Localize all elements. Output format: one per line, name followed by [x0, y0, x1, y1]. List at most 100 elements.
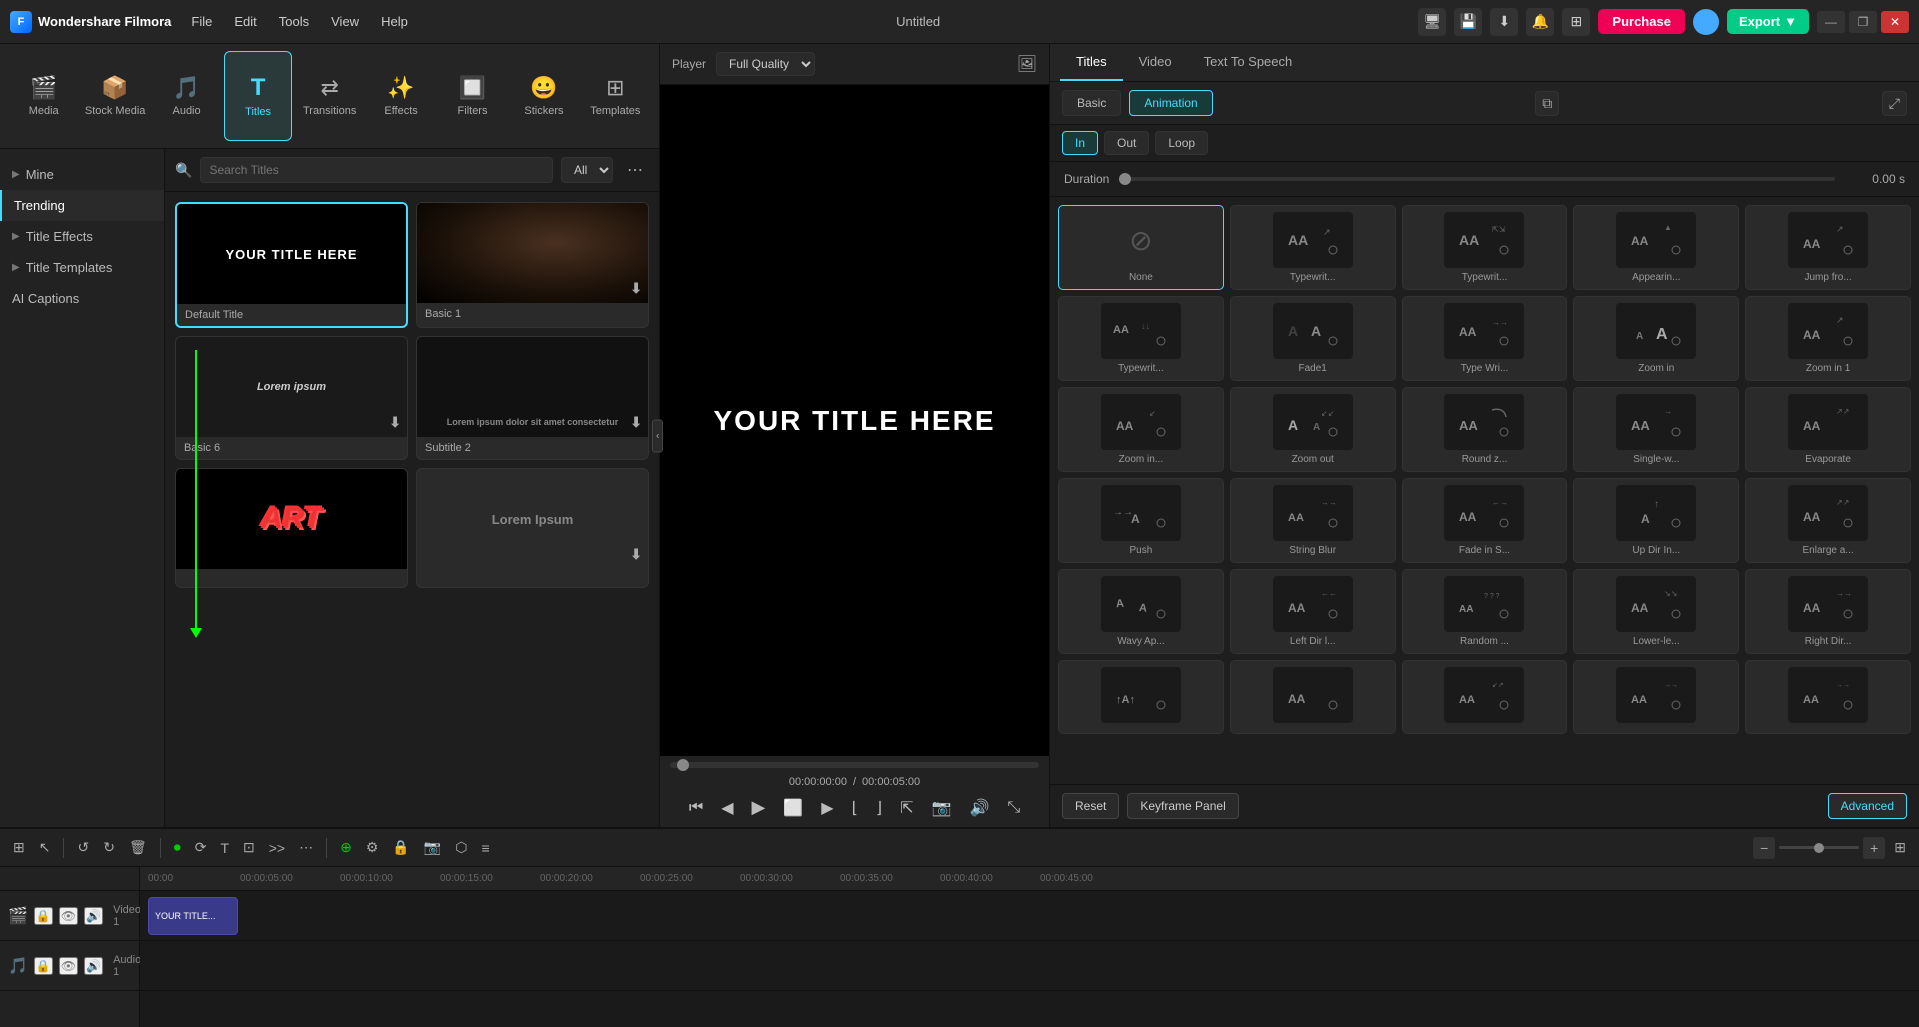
title-card-art[interactable]: ART — [175, 468, 408, 588]
tl-lock-button[interactable]: 🔒 — [387, 836, 414, 859]
tl-ai-button[interactable]: ⬡ — [450, 836, 472, 859]
inout-btn-out[interactable]: Out — [1104, 131, 1149, 155]
video-eye-icon[interactable]: 👁 — [59, 907, 78, 925]
anim-random[interactable]: AA? ? ? Random ... — [1402, 569, 1568, 654]
video-track[interactable]: YOUR TITLE... — [140, 891, 1919, 941]
panel-expand-icon[interactable]: ⤢ — [1882, 91, 1907, 116]
collapse-panel-button[interactable]: ‹ — [652, 419, 663, 452]
audio-volume-icon[interactable]: 🔊 — [84, 957, 103, 975]
tl-speed-button[interactable]: >> — [264, 837, 290, 859]
tl-snap-button[interactable]: ⊕ — [335, 836, 357, 859]
sidebar-item-title-templates[interactable]: ▶ Title Templates — [0, 252, 164, 283]
keyframe-panel-button[interactable]: Keyframe Panel — [1127, 793, 1238, 819]
anim-push[interactable]: →→A Push — [1058, 478, 1224, 563]
menu-view[interactable]: View — [321, 10, 369, 33]
anim-zoomin2[interactable]: AA↗ Zoom in 1 — [1745, 296, 1911, 381]
tl-zoom-in-button[interactable]: + — [1863, 837, 1885, 859]
anim-typewrite3[interactable]: AA↓↓ Typewrit... — [1058, 296, 1224, 381]
anim-updir[interactable]: A↑ Up Dir In... — [1573, 478, 1739, 563]
title-clip[interactable]: YOUR TITLE... — [148, 897, 238, 935]
nav-media[interactable]: 🎬 Media — [10, 51, 77, 141]
anim-lowerle[interactable]: AA↘↘ Lower-le... — [1573, 569, 1739, 654]
title-card-lorem[interactable]: Lorem Ipsum ⬇ — [416, 468, 649, 588]
download-icon[interactable]: ⬇ — [1490, 8, 1518, 36]
anim-rightdir[interactable]: AA→→ Right Dir... — [1745, 569, 1911, 654]
stop-button[interactable]: ⬜ — [778, 795, 808, 821]
tl-crop-button[interactable]: ⊡ — [238, 836, 260, 859]
nav-stickers[interactable]: 😀 Stickers — [510, 51, 577, 141]
sidebar-item-ai-captions[interactable]: AI Captions — [0, 283, 164, 314]
anim-28[interactable]: AA↙↗ — [1402, 660, 1568, 734]
anim-jumpfrom[interactable]: AA↗ Jump fro... — [1745, 205, 1911, 290]
menu-help[interactable]: Help — [371, 10, 418, 33]
anim-fadeins[interactable]: AA←→ Fade in S... — [1402, 478, 1568, 563]
anim-fade1[interactable]: AA Fade1 — [1230, 296, 1396, 381]
anim-zoomout[interactable]: AA↙↙ Zoom out — [1230, 387, 1396, 472]
avatar[interactable] — [1693, 9, 1719, 35]
audio-lock-icon[interactable]: 🔒 — [34, 957, 53, 975]
sub-tab-animation[interactable]: Animation — [1129, 90, 1212, 116]
volume-button[interactable]: 🔊 — [964, 795, 994, 821]
play-button[interactable]: ▶ — [747, 794, 771, 821]
anim-singlew[interactable]: AA→ Single-w... — [1573, 387, 1739, 472]
monitor-icon[interactable]: 🖥 — [1418, 8, 1446, 36]
purchase-button[interactable]: Purchase — [1598, 9, 1685, 34]
inout-btn-in[interactable]: In — [1062, 131, 1098, 155]
tl-split-button[interactable]: ⊞ — [8, 836, 30, 859]
nav-stock[interactable]: 📦 Stock Media — [81, 51, 148, 141]
nav-filters[interactable]: 🔲 Filters — [439, 51, 506, 141]
title-card-basic1[interactable]: ⬇ Basic 1 — [416, 202, 649, 328]
nav-transitions[interactable]: ⇄ Transitions — [296, 51, 363, 141]
storage-icon[interactable]: 💾 — [1454, 8, 1482, 36]
sidebar-item-title-effects[interactable]: ▶ Title Effects — [0, 221, 164, 252]
export-button[interactable]: Export ▼ — [1727, 9, 1809, 34]
title-card-subtitle2[interactable]: Lorem ipsum dolor sit amet consectetur ⬇… — [416, 336, 649, 460]
sidebar-item-trending[interactable]: Trending — [0, 190, 164, 221]
snapshot-button[interactable]: 📷 — [927, 795, 957, 821]
anim-appearing[interactable]: AA▲ Appearin... — [1573, 205, 1739, 290]
anim-29[interactable]: AA→→ — [1573, 660, 1739, 734]
sub-tab-basic[interactable]: Basic — [1062, 90, 1121, 116]
anim-stringblur[interactable]: AA→→ String Blur — [1230, 478, 1396, 563]
minimize-button[interactable]: — — [1817, 11, 1845, 33]
anim-27[interactable]: AA — [1230, 660, 1396, 734]
more-ctrl-button[interactable]: ⤡ — [1002, 796, 1025, 820]
tl-zoom-out-button[interactable]: − — [1753, 837, 1775, 859]
nav-titles[interactable]: T Titles — [224, 51, 292, 141]
timeline-tracks-content[interactable]: 00:00 00:00:05:00 00:00:10:00 00:00:15:0… — [140, 867, 1919, 1027]
tl-zoom-slider[interactable] — [1779, 846, 1859, 849]
quality-select[interactable]: Full Quality 1/2 Quality 1/4 Quality — [716, 52, 815, 76]
anim-26[interactable]: ↑A↑ — [1058, 660, 1224, 734]
more-options-button[interactable]: ⋯ — [621, 158, 649, 182]
anim-none[interactable]: ⊘ None — [1058, 205, 1224, 290]
tl-select-button[interactable]: ↖ — [34, 836, 56, 859]
audio-track[interactable] — [140, 941, 1919, 991]
tl-track-button[interactable]: ≡ — [477, 837, 495, 859]
search-input[interactable] — [200, 157, 553, 183]
frame-fwd-button[interactable]: ▶ — [816, 795, 838, 821]
tl-magnet-button[interactable]: ⚙ — [361, 836, 384, 859]
reset-button[interactable]: Reset — [1062, 793, 1119, 819]
anim-typewrite1[interactable]: AA↗ Typewrit... — [1230, 205, 1396, 290]
anim-typewrite2[interactable]: AA⇱⇲ Typewrit... — [1402, 205, 1568, 290]
menu-file[interactable]: File — [181, 10, 222, 33]
tl-camera-button[interactable]: 📷 — [419, 836, 446, 859]
preview-screenshot-icon[interactable]: 🖼 — [1017, 54, 1037, 74]
tl-delete-button[interactable]: 🗑 — [124, 836, 152, 859]
skip-back-button[interactable]: ⏮ — [684, 796, 708, 820]
inout-btn-loop[interactable]: Loop — [1155, 131, 1208, 155]
anim-evaporate[interactable]: AA↗↗ Evaporate — [1745, 387, 1911, 472]
video-lock-icon[interactable]: 🔒 — [34, 907, 53, 925]
video-audio-icon[interactable]: 🔊 — [84, 907, 103, 925]
menu-tools[interactable]: Tools — [269, 10, 319, 33]
panel-copy-icon[interactable]: ⧉ — [1535, 91, 1559, 116]
tab-text-to-speech[interactable]: Text To Speech — [1188, 44, 1309, 81]
filter-dropdown[interactable]: All — [561, 157, 613, 183]
frame-back-button[interactable]: ◀ — [716, 795, 738, 821]
mark-out-button[interactable]: ⌋ — [871, 795, 887, 821]
anim-zoomin1[interactable]: AA Zoom in — [1573, 296, 1739, 381]
close-button[interactable]: ✕ — [1881, 11, 1909, 33]
anim-zoomin3[interactable]: AA↙ Zoom in... — [1058, 387, 1224, 472]
tab-video[interactable]: Video — [1123, 44, 1188, 81]
tl-undo-button[interactable]: ↺ — [72, 836, 94, 859]
